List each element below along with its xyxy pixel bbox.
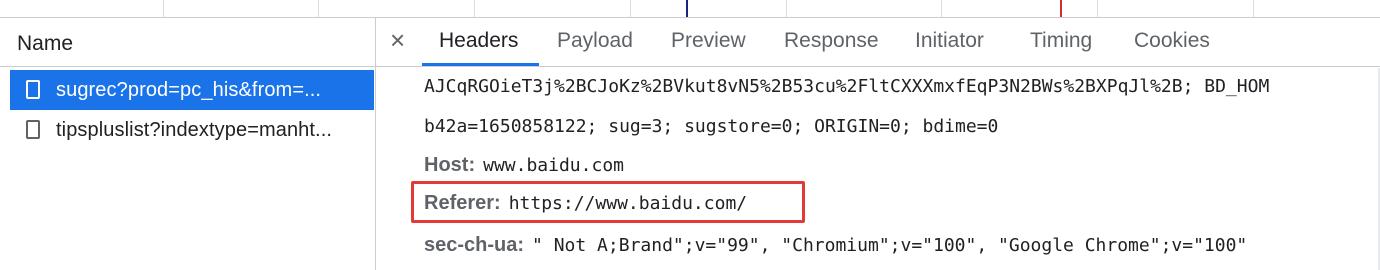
request-row-sugrec[interactable]: sugrec?prod=pc_his&from=...: [10, 70, 374, 110]
cookie-value-line: AJCqRGOieT3j%2BCJoKz%2BVkut8vN5%2B53cu%2…: [424, 76, 1269, 98]
request-list-pane: Name sugrec?prod=pc_his&from=... tipsplu…: [0, 18, 376, 270]
tab-response[interactable]: Response: [784, 29, 879, 53]
tab-timing[interactable]: Timing: [1030, 29, 1092, 53]
name-column-header[interactable]: Name: [0, 18, 375, 67]
timeline-divider: [318, 0, 319, 17]
tab-initiator[interactable]: Initiator: [915, 29, 984, 53]
request-name: sugrec?prod=pc_his&from=...: [56, 79, 322, 101]
request-name: tipspluslist?indextype=manht...: [56, 119, 333, 141]
header-value: https://www.baidu.com/: [508, 193, 748, 214]
tab-cookies[interactable]: Cookies: [1134, 29, 1210, 53]
timeline-divider: [474, 0, 475, 17]
tab-payload[interactable]: Payload: [557, 29, 633, 53]
tab-preview[interactable]: Preview: [671, 29, 746, 53]
header-name: Host:: [424, 154, 476, 176]
name-column-label: Name: [17, 32, 74, 55]
timeline-divider: [1097, 0, 1098, 17]
active-tab-indicator: [422, 63, 539, 66]
header-name: sec-ch-ua:: [424, 234, 525, 256]
timeline-dom-content-loaded-marker: [686, 0, 688, 17]
timeline-load-marker: [1060, 0, 1062, 17]
cookie-value-line: b42a=1650858122; sug=3; sugstore=0; ORIG…: [424, 116, 998, 138]
header-sec-ch-ua: sec-ch-ua: " Not A;Brand";v="99", "Chromi…: [424, 234, 1247, 257]
tab-headers[interactable]: Headers: [439, 29, 518, 53]
header-referer: Referer: https://www.baidu.com/: [424, 192, 747, 215]
close-icon[interactable]: ×: [390, 27, 405, 53]
cookie-value: b42a=1650858122; sug=3; sugstore=0; ORIG…: [424, 116, 999, 137]
timeline-overview[interactable]: [0, 0, 1380, 18]
document-icon: [26, 80, 40, 99]
header-value: " Not A;Brand";v="99", "Chromium";v="100…: [532, 235, 1248, 256]
timeline-divider: [941, 0, 942, 17]
cookie-value: AJCqRGOieT3j%2BCJoKz%2BVkut8vN5%2B53cu%2…: [424, 76, 1270, 97]
timeline-divider: [630, 0, 631, 17]
timeline-divider: [786, 0, 787, 17]
timeline-divider: [1253, 0, 1254, 17]
header-name: Referer:: [424, 192, 501, 214]
header-host: Host: www.baidu.com: [424, 154, 624, 177]
detail-tabbar: × Headers Payload Preview Response Initi…: [376, 18, 1380, 67]
header-value: www.baidu.com: [483, 155, 624, 176]
document-icon: [26, 120, 40, 139]
request-row-tipspluslist[interactable]: tipspluslist?indextype=manht...: [10, 110, 374, 150]
headers-content: AJCqRGOieT3j%2BCJoKz%2BVkut8vN5%2B53cu%2…: [376, 68, 1380, 270]
timeline-divider: [163, 0, 164, 17]
